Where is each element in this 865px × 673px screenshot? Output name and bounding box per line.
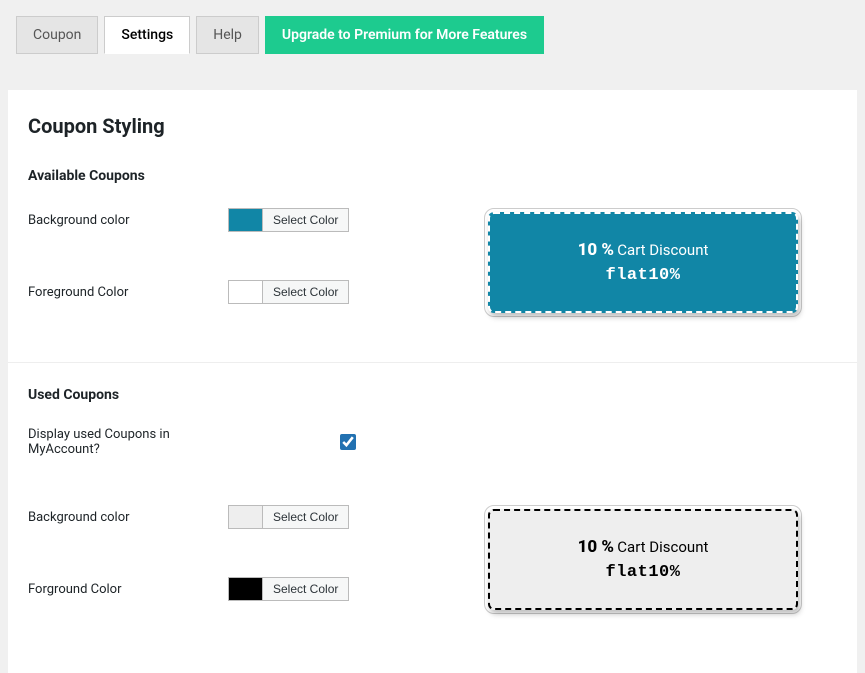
- available-coupon-preview: 10 % Cart Discount flat10%: [488, 212, 798, 313]
- used-preview-pct: 10 %: [578, 537, 614, 557]
- available-preview-code: flat10%: [502, 266, 784, 285]
- tabs-nav: Coupon Settings Help Upgrade to Premium …: [0, 0, 865, 54]
- used-coupon-preview: 10 % Cart Discount flat10%: [488, 509, 798, 610]
- used-bg-label: Background color: [28, 510, 228, 525]
- tab-premium[interactable]: Upgrade to Premium for More Features: [265, 16, 544, 54]
- available-fg-label: Foreground Color: [28, 285, 228, 300]
- page-title: Coupon Styling: [28, 114, 837, 138]
- available-fg-swatch[interactable]: [228, 280, 262, 304]
- tab-settings[interactable]: Settings: [104, 16, 190, 54]
- used-heading: Used Coupons: [28, 387, 837, 403]
- used-preview-code: flat10%: [502, 563, 784, 582]
- available-fg-select-button[interactable]: Select Color: [262, 280, 349, 304]
- used-bg-select-button[interactable]: Select Color: [262, 505, 349, 529]
- available-bg-label: Background color: [28, 213, 228, 228]
- used-fg-label: Forground Color: [28, 582, 228, 597]
- settings-panel: Coupon Styling Available Coupons Backgro…: [8, 90, 857, 673]
- available-bg-select-button[interactable]: Select Color: [262, 208, 349, 232]
- available-preview-pct: 10 %: [578, 240, 614, 260]
- used-fg-select-button[interactable]: Select Color: [262, 577, 349, 601]
- tab-help[interactable]: Help: [196, 16, 259, 54]
- used-display-checkbox[interactable]: [340, 434, 356, 450]
- used-bg-swatch[interactable]: [228, 505, 262, 529]
- divider: [8, 362, 857, 363]
- used-fg-swatch[interactable]: [228, 577, 262, 601]
- available-preview-label: Cart Discount: [617, 241, 708, 259]
- used-preview-label: Cart Discount: [617, 538, 708, 556]
- tab-coupon[interactable]: Coupon: [16, 16, 98, 54]
- used-display-label: Display used Coupons in MyAccount?: [28, 427, 228, 457]
- available-heading: Available Coupons: [28, 168, 837, 184]
- available-bg-swatch[interactable]: [228, 208, 262, 232]
